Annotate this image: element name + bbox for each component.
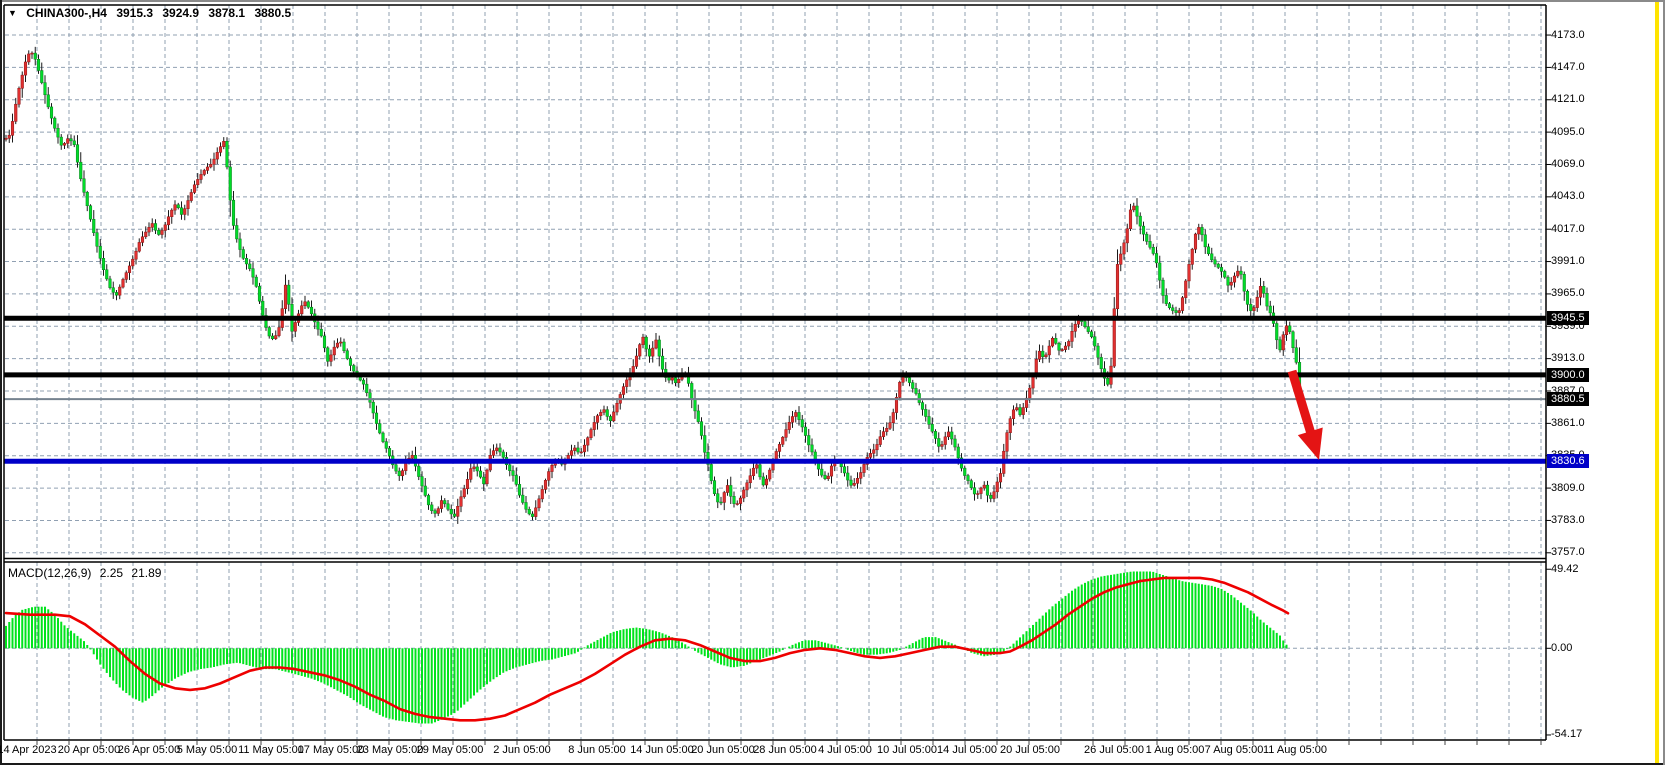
price-tick-label: 4147.0 xyxy=(1551,61,1585,74)
price-badge: 3900.0 xyxy=(1547,368,1589,382)
time-tick-label: 26 Jul 05:00 xyxy=(1084,744,1144,756)
price-tick-label: 3913.0 xyxy=(1551,352,1585,365)
ohlc-close: 3880.5 xyxy=(254,6,291,20)
price-badge: 3880.5 xyxy=(1547,392,1589,406)
macd-name: MACD(12,26,9) xyxy=(8,566,91,580)
time-tick-label: 23 May 05:00 xyxy=(357,744,424,756)
ohlc-low: 3878.1 xyxy=(208,6,245,20)
price-tick-label: 4095.0 xyxy=(1551,126,1585,139)
time-tick-label: 8 Jun 05:00 xyxy=(568,744,626,756)
macd-signal-value: 21.89 xyxy=(131,566,161,580)
price-tick-label: 4069.0 xyxy=(1551,158,1585,171)
price-badge: 3945.5 xyxy=(1547,311,1589,325)
price-tick-label: 3783.0 xyxy=(1551,514,1585,527)
price-tick-label: 3757.0 xyxy=(1551,546,1585,559)
time-tick-label: 28 Jun 05:00 xyxy=(753,744,817,756)
time-tick-label: 14 Jun 05:00 xyxy=(630,744,694,756)
price-tick-label: 3809.0 xyxy=(1551,482,1585,495)
time-tick-label: 7 Aug 05:00 xyxy=(1205,744,1264,756)
time-tick-label: 20 Apr 05:00 xyxy=(58,744,120,756)
macd-tick-label: -54.17 xyxy=(1551,728,1582,741)
price-tick-label: 4043.0 xyxy=(1551,190,1585,203)
ohlc-open: 3915.3 xyxy=(116,6,153,20)
time-tick-label: 20 Jul 05:00 xyxy=(1000,744,1060,756)
time-tick-label: 14 Apr 2023 xyxy=(0,744,57,756)
time-tick-label: 5 May 05:00 xyxy=(177,744,238,756)
time-tick-label: 26 Apr 05:00 xyxy=(118,744,180,756)
time-tick-label: 20 Jun 05:00 xyxy=(691,744,755,756)
price-tick-label: 4173.0 xyxy=(1551,29,1585,42)
time-tick-label: 10 Jul 05:00 xyxy=(877,744,937,756)
time-tick-label: 4 Jul 05:00 xyxy=(818,744,872,756)
symbol-timeframe-label: CHINA300-,H4 xyxy=(26,6,107,20)
price-tick-label: 4017.0 xyxy=(1551,223,1585,236)
time-tick-label: 14 Jul 05:00 xyxy=(937,744,997,756)
time-tick-label: 11 May 05:00 xyxy=(238,744,304,756)
chart-title: ▼ CHINA300-,H4 3915.3 3924.9 3878.1 3880… xyxy=(8,6,297,20)
price-tick-label: 3861.0 xyxy=(1551,417,1585,430)
macd-main-value: 2.25 xyxy=(100,566,123,580)
time-tick-label: 29 May 05:00 xyxy=(417,744,484,756)
mt4-chart-window: ▼ CHINA300-,H4 3915.3 3924.9 3878.1 3880… xyxy=(0,0,1665,765)
symbol-dropdown-icon[interactable]: ▼ xyxy=(8,8,17,18)
time-tick-label: 1 Aug 05:00 xyxy=(1146,744,1205,756)
macd-indicator-label: MACD(12,26,9) 2.25 21.89 xyxy=(8,566,166,580)
macd-tick-label: 49.42 xyxy=(1551,563,1579,576)
price-tick-label: 4121.0 xyxy=(1551,93,1585,106)
ohlc-high: 3924.9 xyxy=(162,6,199,20)
price-tick-label: 3991.0 xyxy=(1551,255,1585,268)
time-tick-label: 2 Jun 05:00 xyxy=(493,744,551,756)
price-tick-label: 3965.0 xyxy=(1551,287,1585,300)
price-badge: 3830.6 xyxy=(1547,454,1589,468)
time-tick-label: 17 May 05:00 xyxy=(298,744,365,756)
time-tick-label: 11 Aug 05:00 xyxy=(1263,744,1327,756)
macd-tick-label: 0.00 xyxy=(1551,642,1572,655)
chart-canvas[interactable] xyxy=(0,0,1665,765)
